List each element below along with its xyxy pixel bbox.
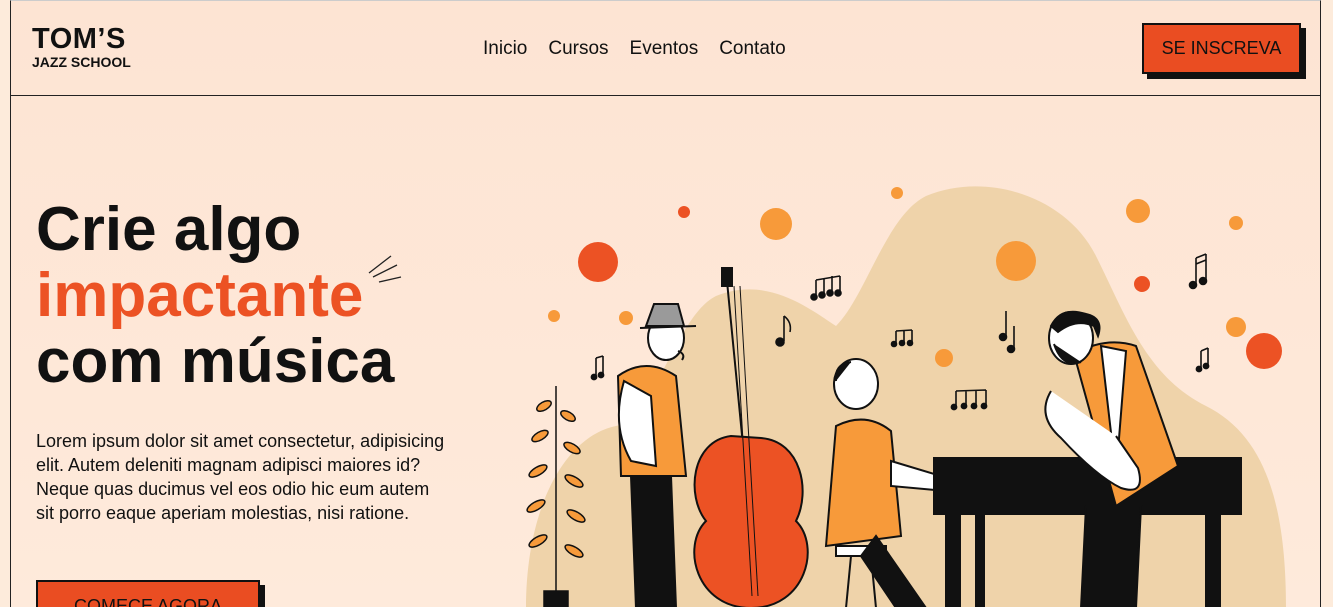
nav-link-inicio[interactable]: Inicio (483, 38, 527, 60)
jazz-band-illustration (526, 186, 1286, 607)
nav-link-eventos[interactable]: Eventos (630, 38, 699, 60)
hero-title-line-2: impactante (36, 261, 364, 330)
main-nav: Inicio Cursos Eventos Contato (483, 38, 786, 60)
hero-title-line-3: com música (36, 327, 395, 396)
get-started-button[interactable]: COMEÇE AGORA (36, 580, 260, 607)
site-header: TOM’S JAZZ SCHOOL Inicio Cursos Eventos … (11, 1, 1320, 96)
hero-description: Lorem ipsum dolor sit amet consectetur, … (36, 431, 445, 523)
nav-link-cursos[interactable]: Cursos (548, 38, 608, 60)
hero-title-line-1: Crie algo (36, 195, 302, 264)
sparkle-icon (368, 255, 402, 283)
logo-title: TOM’S (32, 23, 126, 55)
nav-link-contato[interactable]: Contato (719, 38, 786, 60)
logo[interactable]: TOM’S JAZZ SCHOOL (32, 23, 131, 70)
signup-button[interactable]: SE INSCREVA (1142, 23, 1301, 74)
hero-title: Crie algo impactante com música (36, 197, 394, 395)
page-frame: TOM’S JAZZ SCHOOL Inicio Cursos Eventos … (10, 0, 1321, 607)
logo-subtitle: JAZZ SCHOOL (32, 54, 131, 70)
